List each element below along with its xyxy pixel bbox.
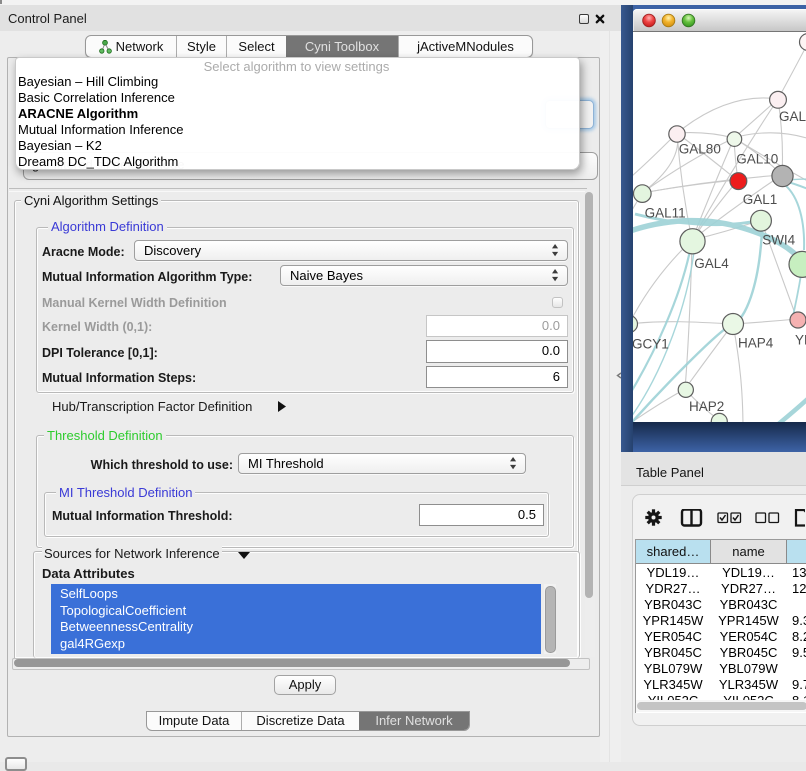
svg-text:GAL4: GAL4 — [694, 256, 729, 271]
svg-text:SWI4: SWI4 — [762, 233, 795, 248]
svg-text:HAP4: HAP4 — [738, 336, 774, 351]
svg-text:GAL11: GAL11 — [645, 206, 686, 221]
svg-text:GAL10: GAL10 — [736, 152, 778, 167]
svg-text:YER: YER — [795, 333, 806, 348]
svg-text:GCY1: GCY1 — [633, 337, 669, 352]
svg-text:GAL80: GAL80 — [679, 142, 721, 157]
svg-text:GAL1: GAL1 — [743, 192, 778, 207]
svg-text:HAP2: HAP2 — [689, 399, 724, 414]
svg-text:GAL7: GAL7 — [779, 109, 806, 124]
